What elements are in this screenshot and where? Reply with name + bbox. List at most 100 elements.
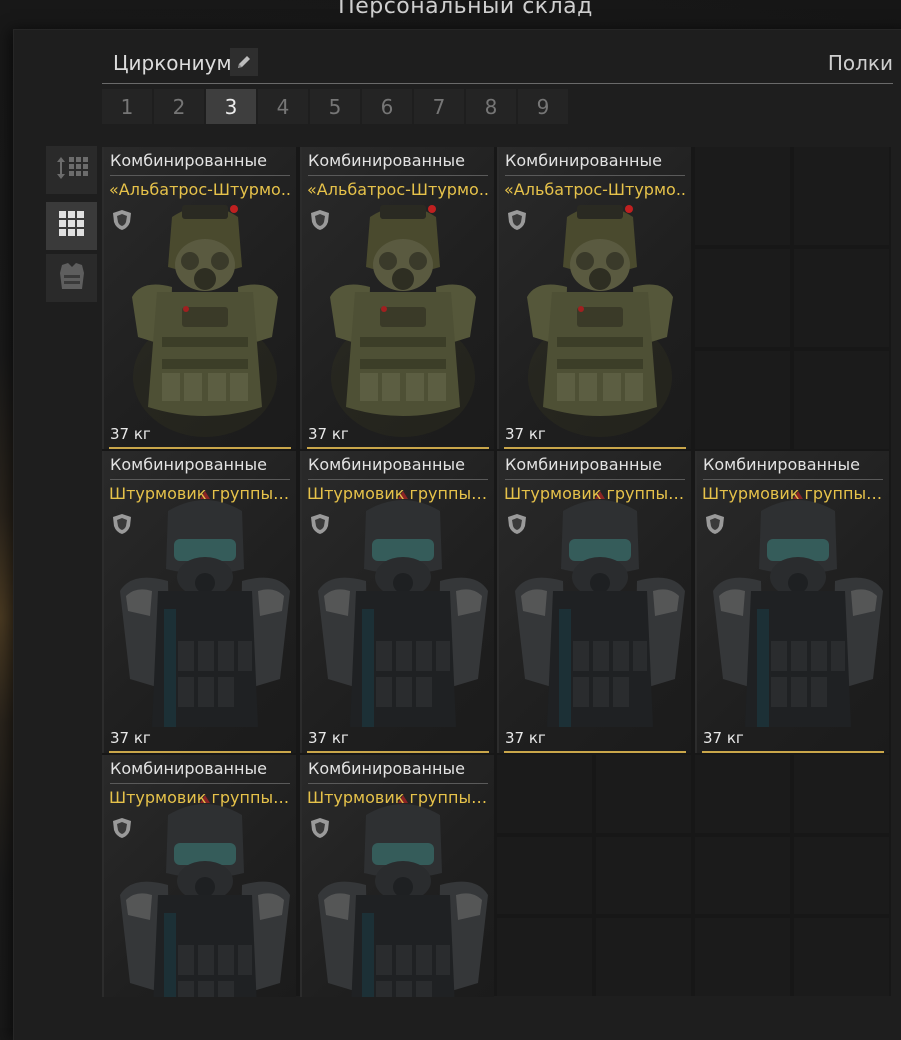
shield-icon xyxy=(310,209,330,235)
grid-view-icon xyxy=(58,210,86,242)
storage-name: Циркониум xyxy=(113,51,232,75)
item-name: Штурмовик группы «.. xyxy=(702,484,886,503)
item-category: Комбинированные xyxy=(505,455,662,474)
armor-vest-icon xyxy=(58,261,86,295)
empty-slot[interactable] xyxy=(794,249,889,347)
inventory-grid: Комбинированные «Альбатрос-Штурмо.. 37 кг … xyxy=(102,147,891,997)
item-category: Комбинированные xyxy=(308,151,465,170)
item-name: Штурмовик группы «.. xyxy=(109,788,293,807)
item-category: Комбинированные xyxy=(110,455,267,474)
empty-slot[interactable] xyxy=(794,918,889,996)
window-title: Персональный склад xyxy=(338,0,593,19)
item-weight: 37 кг xyxy=(308,729,349,747)
item-divider xyxy=(110,479,290,480)
item-image xyxy=(112,795,296,997)
tab-page-8[interactable]: 8 xyxy=(466,89,516,124)
empty-slot[interactable] xyxy=(695,755,790,833)
shield-icon xyxy=(507,513,527,539)
inventory-item[interactable]: Комбинированные Штурмовик группы «.. 37 кг xyxy=(300,451,494,753)
item-category: Комбинированные xyxy=(703,455,860,474)
item-divider xyxy=(110,175,290,176)
item-weight: 37 кг xyxy=(110,425,151,443)
tab-page-4[interactable]: 4 xyxy=(258,89,308,124)
item-category: Комбинированные xyxy=(308,759,465,778)
item-divider xyxy=(505,479,685,480)
item-image xyxy=(112,187,296,437)
item-image xyxy=(705,491,889,741)
shield-icon xyxy=(310,513,330,539)
item-divider xyxy=(308,479,488,480)
inventory-item[interactable]: Комбинированные «Альбатрос-Штурмо.. 37 кг xyxy=(497,147,691,449)
empty-slot[interactable] xyxy=(695,351,790,449)
item-name: «Альбатрос-Штурмо.. xyxy=(307,180,489,199)
grid-view-button[interactable] xyxy=(46,202,97,250)
shield-icon xyxy=(112,209,132,235)
empty-slot[interactable] xyxy=(794,755,889,833)
item-name: «Альбатрос-Штурмо.. xyxy=(109,180,291,199)
inventory-item[interactable]: Комбинированные Штурмовик группы «.. xyxy=(102,755,296,997)
shield-icon xyxy=(310,817,330,843)
tab-page-5[interactable]: 5 xyxy=(310,89,360,124)
item-weight: 37 кг xyxy=(505,425,546,443)
empty-slot[interactable] xyxy=(695,249,790,347)
empty-slot[interactable] xyxy=(596,836,691,915)
item-weight: 37 кг xyxy=(110,729,151,747)
item-image xyxy=(507,491,691,741)
item-name: Штурмовик группы «.. xyxy=(307,484,491,503)
armor-filter-button[interactable] xyxy=(46,254,97,302)
item-image xyxy=(310,795,494,997)
empty-slot[interactable] xyxy=(497,836,592,915)
shelves-label[interactable]: Полки xyxy=(828,51,893,75)
item-divider xyxy=(308,175,488,176)
empty-slot[interactable] xyxy=(596,755,691,833)
item-category: Комбинированные xyxy=(308,455,465,474)
sort-vertical-icon xyxy=(55,153,89,187)
tab-page-1[interactable]: 1 xyxy=(102,89,152,124)
empty-slot[interactable] xyxy=(695,836,790,915)
item-category: Комбинированные xyxy=(110,151,267,170)
item-weight: 37 кг xyxy=(703,729,744,747)
shield-icon xyxy=(507,209,527,235)
empty-slot[interactable] xyxy=(794,351,889,449)
item-image xyxy=(310,187,494,437)
item-image xyxy=(112,491,296,741)
tab-page-2[interactable]: 2 xyxy=(154,89,204,124)
sidebar xyxy=(46,146,97,306)
item-name: Штурмовик группы «.. xyxy=(109,484,293,503)
item-divider xyxy=(110,783,290,784)
inventory-item[interactable]: Комбинированные Штурмовик группы «.. 37 кг xyxy=(695,451,889,753)
empty-slot[interactable] xyxy=(695,918,790,996)
empty-slot[interactable] xyxy=(497,918,592,996)
empty-slot[interactable] xyxy=(695,147,790,245)
shield-icon xyxy=(112,817,132,843)
shield-icon xyxy=(112,513,132,539)
item-name: Штурмовик группы «.. xyxy=(504,484,688,503)
inventory-item[interactable]: Комбинированные Штурмовик группы «.. 37 кг xyxy=(497,451,691,753)
page-tabs: 123456789 xyxy=(102,89,568,124)
item-category: Комбинированные xyxy=(110,759,267,778)
item-weight: 37 кг xyxy=(505,729,546,747)
tab-page-3[interactable]: 3 xyxy=(206,89,256,124)
inventory-item[interactable]: Комбинированные «Альбатрос-Штурмо.. 37 кг xyxy=(102,147,296,449)
empty-slot[interactable] xyxy=(794,147,889,245)
item-image xyxy=(507,187,691,437)
item-divider xyxy=(308,783,488,784)
item-category: Комбинированные xyxy=(505,151,662,170)
item-divider xyxy=(703,479,883,480)
inventory-item[interactable]: Комбинированные Штурмовик группы «.. 37 кг xyxy=(102,451,296,753)
tab-page-6[interactable]: 6 xyxy=(362,89,412,124)
item-image xyxy=(310,491,494,741)
item-name: «Альбатрос-Штурмо.. xyxy=(504,180,686,199)
storage-header: Циркониум Полки xyxy=(102,44,893,84)
item-weight: 37 кг xyxy=(308,425,349,443)
tab-page-7[interactable]: 7 xyxy=(414,89,464,124)
inventory-item[interactable]: Комбинированные Штурмовик группы «.. xyxy=(300,755,494,997)
empty-slot[interactable] xyxy=(794,836,889,915)
tab-page-9[interactable]: 9 xyxy=(518,89,568,124)
empty-slot[interactable] xyxy=(596,918,691,996)
empty-slot[interactable] xyxy=(497,755,592,833)
inventory-item[interactable]: Комбинированные «Альбатрос-Штурмо.. 37 кг xyxy=(300,147,494,449)
pencil-icon[interactable] xyxy=(230,48,258,76)
shield-icon xyxy=(705,513,725,539)
sort-button[interactable] xyxy=(46,146,97,194)
